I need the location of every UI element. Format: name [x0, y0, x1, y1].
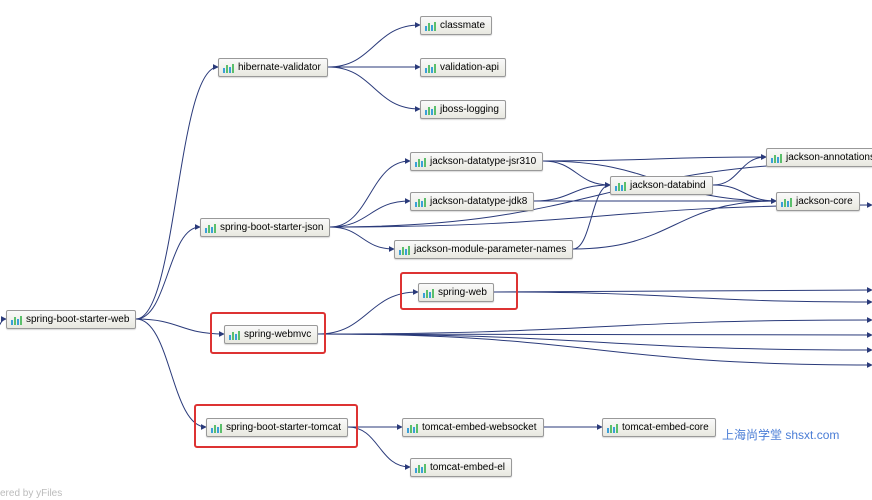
- library-icon: [229, 330, 240, 340]
- node-label: spring-boot-starter-web: [26, 314, 129, 325]
- node-label: spring-boot-starter-tomcat: [226, 422, 341, 433]
- library-icon: [223, 63, 234, 73]
- library-icon: [415, 157, 426, 167]
- node-jackson-jsr310[interactable]: jackson-datatype-jsr310: [410, 152, 543, 171]
- watermark-text: 上海尚学堂 shsxt.com: [722, 426, 839, 443]
- node-validation-api[interactable]: validation-api: [420, 58, 506, 77]
- node-label: jackson-core: [796, 196, 853, 207]
- node-label: hibernate-validator: [238, 62, 321, 73]
- library-icon: [607, 423, 618, 433]
- powered-by-text: ered by yFiles: [0, 488, 62, 499]
- library-icon: [407, 423, 418, 433]
- node-label: jackson-datatype-jdk8: [430, 196, 527, 207]
- node-starter-json[interactable]: spring-boot-starter-json: [200, 218, 330, 237]
- node-jackson-core[interactable]: jackson-core: [776, 192, 860, 211]
- node-label: tomcat-embed-el: [430, 462, 505, 473]
- node-tomcat-embed-core[interactable]: tomcat-embed-core: [602, 418, 716, 437]
- library-icon: [205, 223, 216, 233]
- node-label: classmate: [440, 20, 485, 31]
- library-icon: [211, 423, 222, 433]
- node-label: jboss-logging: [440, 104, 499, 115]
- library-icon: [781, 197, 792, 207]
- node-spring-webmvc[interactable]: spring-webmvc: [224, 325, 318, 344]
- node-spring-web[interactable]: spring-web: [418, 283, 494, 302]
- library-icon: [415, 197, 426, 207]
- node-label: jackson-annotations: [786, 152, 872, 163]
- node-hibernate-validator[interactable]: hibernate-validator: [218, 58, 328, 77]
- node-classmate[interactable]: classmate: [420, 16, 492, 35]
- library-icon: [425, 105, 436, 115]
- node-label: validation-api: [440, 62, 499, 73]
- node-label: jackson-module-parameter-names: [414, 244, 566, 255]
- node-label: tomcat-embed-websocket: [422, 422, 537, 433]
- node-jackson-jdk8[interactable]: jackson-datatype-jdk8: [410, 192, 534, 211]
- library-icon: [615, 181, 626, 191]
- node-root[interactable]: spring-boot-starter-web: [6, 310, 136, 329]
- node-label: spring-boot-starter-json: [220, 222, 323, 233]
- library-icon: [415, 463, 426, 473]
- node-tomcat-embed-websocket[interactable]: tomcat-embed-websocket: [402, 418, 544, 437]
- library-icon: [425, 63, 436, 73]
- library-icon: [11, 315, 22, 325]
- node-jackson-annotations[interactable]: jackson-annotations: [766, 148, 872, 167]
- node-jackson-module-parameter-names[interactable]: jackson-module-parameter-names: [394, 240, 573, 259]
- library-icon: [425, 21, 436, 31]
- library-icon: [423, 288, 434, 298]
- library-icon: [399, 245, 410, 255]
- library-icon: [771, 153, 782, 163]
- node-label: jackson-databind: [630, 180, 706, 191]
- node-tomcat-embed-el[interactable]: tomcat-embed-el: [410, 458, 512, 477]
- node-label: tomcat-embed-core: [622, 422, 709, 433]
- node-label: spring-webmvc: [244, 329, 311, 340]
- node-label: jackson-datatype-jsr310: [430, 156, 536, 167]
- node-jackson-databind[interactable]: jackson-databind: [610, 176, 713, 195]
- node-label: spring-web: [438, 287, 487, 298]
- node-starter-tomcat[interactable]: spring-boot-starter-tomcat: [206, 418, 348, 437]
- node-jboss-logging[interactable]: jboss-logging: [420, 100, 506, 119]
